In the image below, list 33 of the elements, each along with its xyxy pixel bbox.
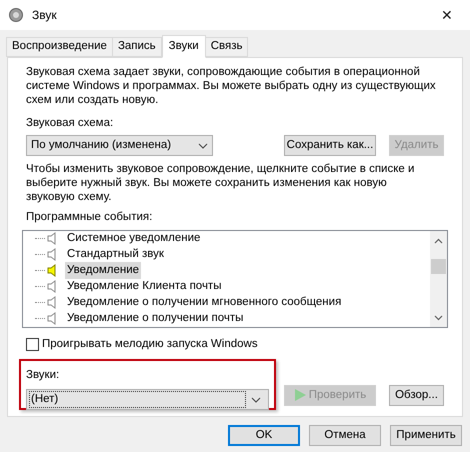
tab[interactable]: Воспроизведение	[6, 37, 113, 57]
play-icon	[294, 389, 306, 402]
close-button[interactable]: ✕	[432, 3, 462, 27]
chevron-down-icon	[198, 142, 208, 149]
scroll-up-icon[interactable]	[434, 238, 443, 244]
instruction-text: Чтобы изменить звуковое сопровождение, щелкните событие в списке и выберите нужный звук. Вы можете сохранить изменения как новую звуковую схему.	[26, 162, 416, 204]
sounds-label: Звуки:	[26, 368, 60, 383]
sound-dropdown[interactable]: (Нет)	[26, 389, 269, 410]
tab[interactable]: Звуки	[162, 35, 206, 58]
window-title: Звук	[32, 7, 57, 24]
chevron-down-icon	[251, 396, 261, 402]
event-item[interactable]: Уведомление о получении мгновенного сообщения	[65, 294, 344, 312]
scheme-label: Звуковая схема:	[26, 116, 114, 131]
dialog-button[interactable]: Применить	[390, 425, 462, 446]
checkbox-label[interactable]: Проигрывать мелодию запуска Windows	[42, 336, 258, 353]
tab[interactable]: Связь	[204, 37, 248, 57]
checkbox[interactable]	[26, 338, 39, 351]
event-item[interactable]: Системное уведомление	[65, 230, 202, 248]
dialog-button[interactable]: OK	[228, 425, 300, 446]
event-item[interactable]: Уведомление Клиента почты	[65, 278, 224, 296]
description-text: Звуковая схема задает звуки, сопровождающие события в операционной системе Windows и программах. Вы можете выбрать одну из существующих схем или создать новую.	[26, 65, 437, 107]
save-as-button[interactable]: Сохранить как...	[284, 135, 376, 156]
scheme-dropdown[interactable]: По умолчанию (изменена)	[26, 135, 213, 156]
events-label: Программные события:	[26, 210, 154, 226]
event-item[interactable]: Уведомление о получении почты	[65, 310, 246, 326]
dialog-button[interactable]: Отмена	[309, 425, 381, 446]
scrollbar[interactable]	[430, 230, 447, 326]
event-item[interactable]: Уведомление	[65, 262, 142, 280]
event-item[interactable]: Стандартный звук	[65, 246, 166, 264]
scrollbar-thumb[interactable]	[431, 258, 446, 274]
tab[interactable]: Запись	[112, 37, 162, 57]
browse-button[interactable]: Обзор...	[389, 384, 444, 406]
scroll-down-icon[interactable]	[434, 314, 443, 320]
